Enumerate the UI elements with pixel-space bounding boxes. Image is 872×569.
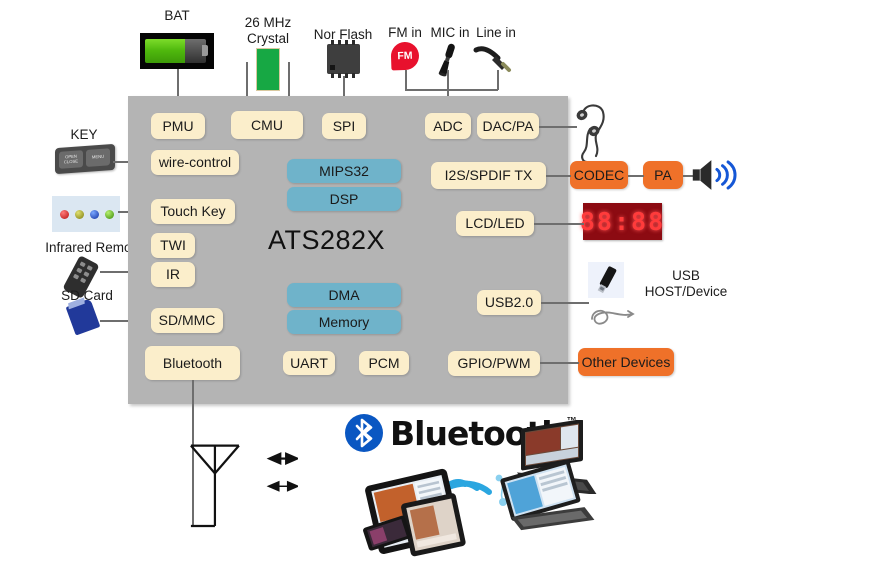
block-codec[interactable]: CODEC bbox=[570, 161, 628, 189]
block-dma[interactable]: DMA bbox=[287, 283, 401, 307]
block-pcm[interactable]: PCM bbox=[359, 351, 409, 375]
speaker-icon bbox=[692, 160, 737, 190]
line-gpio-other bbox=[540, 362, 579, 364]
led-digits: 88:88 bbox=[579, 207, 666, 236]
usb-cable-icon bbox=[591, 309, 635, 325]
usb-stick-icon bbox=[588, 262, 624, 298]
block-gpio-pwm[interactable]: GPIO/PWM bbox=[448, 351, 540, 376]
seven-segment-display-icon: 88:88 bbox=[579, 203, 666, 240]
block-dac-pa[interactable]: DAC/PA bbox=[477, 113, 539, 139]
block-touch-key[interactable]: Touch Key bbox=[151, 199, 235, 224]
block-memory[interactable]: Memory bbox=[287, 310, 401, 334]
block-i2s-spdif-tx[interactable]: I2S/SPDIF TX bbox=[431, 162, 546, 189]
block-pa[interactable]: PA bbox=[643, 161, 683, 189]
caption-fm-in: FM in bbox=[388, 25, 422, 40]
caption-key: KEY bbox=[70, 127, 98, 142]
line-audio-bus bbox=[405, 89, 498, 91]
key-open-close: OPEN CLOSE bbox=[59, 150, 83, 169]
block-other-devices[interactable]: Other Devices bbox=[578, 348, 674, 376]
block-cmu[interactable]: CMU bbox=[231, 111, 303, 139]
block-pmu[interactable]: PMU bbox=[151, 113, 205, 139]
line-i2s-codec bbox=[546, 175, 571, 177]
bluetooth-mark-icon bbox=[345, 414, 383, 452]
caption-mic-in: MIC in bbox=[430, 25, 470, 40]
block-wire-control[interactable]: wire-control bbox=[151, 150, 239, 175]
touch-pad-icon bbox=[52, 196, 120, 232]
caption-usb-host-device: USB HOST/Device bbox=[644, 268, 728, 300]
block-bluetooth[interactable]: Bluetooth bbox=[145, 346, 240, 380]
line-linein-drop bbox=[497, 70, 499, 90]
line-codec-pa bbox=[628, 175, 644, 177]
block-usb20[interactable]: USB2.0 bbox=[477, 290, 541, 315]
crystal-icon bbox=[256, 48, 280, 91]
line-dacpa-earphone bbox=[539, 126, 577, 128]
convertible-tablet-device bbox=[500, 460, 600, 531]
smartphone-device bbox=[360, 510, 418, 560]
fm-radio-icon: FM bbox=[390, 41, 420, 71]
block-lcd-led[interactable]: LCD/LED bbox=[456, 211, 534, 236]
antenna-icon bbox=[190, 444, 298, 528]
block-twi[interactable]: TWI bbox=[151, 233, 195, 258]
battery-icon bbox=[140, 33, 214, 69]
key-menu: MENU bbox=[86, 148, 110, 167]
block-spi[interactable]: SPI bbox=[322, 113, 366, 139]
audio-cable-icon bbox=[473, 46, 511, 72]
caption-nor-flash: Nor Flash bbox=[313, 27, 373, 42]
block-ir[interactable]: IR bbox=[151, 262, 195, 287]
block-sd-mmc[interactable]: SD/MMC bbox=[151, 308, 223, 333]
caption-bat: BAT bbox=[164, 8, 190, 23]
caption-crystal: 26 MHz Crystal bbox=[244, 15, 292, 47]
diagram-canvas: BAT 26 MHz Crystal Nor Flash FM in MIC i… bbox=[0, 0, 872, 559]
ic-chip-icon bbox=[327, 40, 360, 78]
line-fm-drop bbox=[405, 70, 407, 90]
block-dsp[interactable]: DSP bbox=[287, 187, 401, 211]
caption-line-in: Line in bbox=[476, 25, 516, 40]
line-lcdled-display bbox=[534, 223, 584, 225]
key-panel-icon: OPEN CLOSE MENU bbox=[55, 143, 115, 175]
line-usb20-stick bbox=[541, 302, 589, 304]
block-mips32[interactable]: MIPS32 bbox=[287, 159, 401, 183]
block-uart[interactable]: UART bbox=[283, 351, 335, 375]
chip-part-number: ATS282X bbox=[268, 225, 386, 255]
block-adc[interactable]: ADC bbox=[425, 113, 471, 139]
earphone-icon bbox=[576, 104, 605, 164]
